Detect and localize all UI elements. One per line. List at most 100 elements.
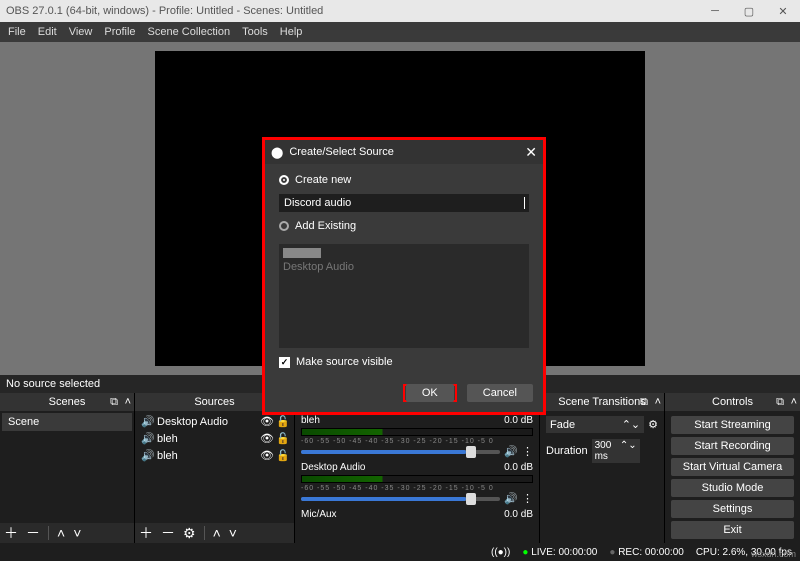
- sources-dock: Sources ⧉ ˄ 🔊 Desktop Audio 👁 🔓 🔊 bleh 👁…: [135, 393, 295, 543]
- scene-up-button[interactable]: ˄: [57, 525, 65, 541]
- ok-button[interactable]: OK: [406, 384, 454, 402]
- radio-unselected-icon: [279, 221, 289, 231]
- volume-slider-row: 🔊 ⋮: [301, 492, 533, 505]
- status-bar: ((●)) ● LIVE: 00:00:00 ● REC: 00:00:00 C…: [0, 543, 800, 561]
- add-existing-radio[interactable]: Add Existing: [279, 220, 529, 232]
- controls-body: Start Streaming Start Recording Start Vi…: [665, 411, 800, 543]
- track-name: Mic/Aux: [301, 509, 337, 520]
- mute-button[interactable]: 🔊: [504, 445, 518, 458]
- speaker-icon: 🔊: [141, 415, 153, 428]
- popout-icon[interactable]: ⧉: [110, 396, 118, 409]
- rec-label: REC:: [618, 547, 642, 558]
- source-name-input[interactable]: Discord audio: [279, 194, 529, 212]
- track-name: Desktop Audio: [301, 462, 366, 473]
- speaker-icon: 🔊: [141, 432, 153, 445]
- existing-sources-list[interactable]: Desktop Audio: [279, 244, 529, 348]
- volume-slider[interactable]: [301, 497, 500, 501]
- audio-mixer-dock: Audio Mixer ⧉ ˄ bleh 0.0 dB -60 -55 -50 …: [295, 393, 540, 543]
- chevron-up-icon[interactable]: ˄: [791, 396, 797, 408]
- lock-icon[interactable]: 🔓: [276, 449, 288, 462]
- network-icon: ((●)): [491, 547, 510, 558]
- mixer-track: Desktop Audio 0.0 dB -60 -55 -50 -45 -40…: [297, 460, 537, 507]
- watermark: wsxdn.com: [751, 549, 796, 559]
- transitions-header: Scene Transitions ⧉ ˄: [540, 393, 664, 411]
- checkbox-checked-icon: ✓: [279, 357, 290, 368]
- mute-button[interactable]: 🔊: [504, 492, 518, 505]
- menu-view[interactable]: View: [69, 26, 93, 38]
- scene-down-button[interactable]: ˅: [73, 525, 81, 541]
- window-titlebar: OBS 27.0.1 (64-bit, windows) - Profile: …: [0, 0, 800, 22]
- menu-tools[interactable]: Tools: [242, 26, 268, 38]
- cancel-button[interactable]: Cancel: [467, 384, 533, 402]
- sources-toolbar: ＋ － ⚙ ˄ ˅: [135, 523, 294, 543]
- remove-scene-button[interactable]: －: [26, 523, 40, 543]
- volume-slider-row: 🔊 ⋮: [301, 445, 533, 458]
- dialog-close-button[interactable]: ✕: [525, 144, 537, 161]
- minimize-button[interactable]: ─: [698, 0, 732, 22]
- maximize-button[interactable]: ▢: [732, 0, 766, 22]
- duration-input[interactable]: 300 ms ⌃⌄: [592, 439, 640, 463]
- speaker-icon: 🔊: [141, 449, 153, 462]
- track-menu-button[interactable]: ⋮: [522, 445, 533, 458]
- track-menu-button[interactable]: ⋮: [522, 492, 533, 505]
- lock-icon[interactable]: 🔓: [276, 432, 288, 445]
- transition-settings-button[interactable]: ⚙: [648, 418, 658, 431]
- start-recording-button[interactable]: Start Recording: [671, 437, 794, 455]
- create-new-radio[interactable]: Create new: [279, 174, 529, 186]
- ok-highlight: OK: [403, 384, 457, 402]
- source-props-button[interactable]: ⚙: [183, 525, 196, 542]
- source-item[interactable]: 🔊 bleh 👁 🔓: [137, 430, 292, 447]
- scenes-list[interactable]: Scene: [0, 411, 134, 523]
- controls-header: Controls ⧉ ˄: [665, 393, 800, 411]
- studio-mode-button[interactable]: Studio Mode: [671, 479, 794, 497]
- lock-icon[interactable]: 🔓: [276, 415, 288, 428]
- start-virtual-camera-button[interactable]: Start Virtual Camera: [671, 458, 794, 476]
- menu-profile[interactable]: Profile: [104, 26, 135, 38]
- meter-scale: -60 -55 -50 -45 -40 -35 -30 -25 -20 -15 …: [301, 438, 533, 445]
- existing-item[interactable]: Desktop Audio: [283, 261, 354, 273]
- transitions-dock: Scene Transitions ⧉ ˄ Fade ⌃⌄ ⚙ Duration…: [540, 393, 665, 543]
- sources-title: Sources: [194, 396, 234, 408]
- scene-item[interactable]: Scene: [2, 413, 132, 431]
- volume-slider[interactable]: [301, 450, 500, 454]
- menu-file[interactable]: File: [8, 26, 26, 38]
- duration-label: Duration: [546, 445, 588, 457]
- divider: [48, 526, 49, 540]
- close-button[interactable]: ✕: [766, 0, 800, 22]
- chevron-up-icon[interactable]: ˄: [125, 396, 131, 408]
- app-title: OBS 27.0.1 (64-bit, windows) - Profile: …: [6, 5, 323, 17]
- popout-icon[interactable]: ⧉: [640, 396, 648, 409]
- start-streaming-button[interactable]: Start Streaming: [671, 416, 794, 434]
- source-up-button[interactable]: ˄: [213, 525, 221, 541]
- live-dot-icon: ●: [522, 547, 528, 558]
- popout-icon[interactable]: ⧉: [776, 396, 784, 409]
- settings-button[interactable]: Settings: [671, 500, 794, 518]
- exit-button[interactable]: Exit: [671, 521, 794, 539]
- visibility-icon[interactable]: 👁: [260, 449, 272, 462]
- transition-select[interactable]: Fade ⌃⌄: [546, 416, 644, 433]
- make-visible-checkbox[interactable]: ✓ Make source visible: [279, 356, 529, 368]
- visibility-icon[interactable]: 👁: [260, 415, 272, 428]
- mixer-track: bleh 0.0 dB -60 -55 -50 -45 -40 -35 -30 …: [297, 413, 537, 460]
- make-visible-label: Make source visible: [296, 356, 393, 368]
- no-source-label: No source selected: [6, 378, 100, 390]
- volume-meter: [301, 428, 533, 436]
- menu-edit[interactable]: Edit: [38, 26, 57, 38]
- visibility-icon[interactable]: 👁: [260, 432, 272, 445]
- source-item[interactable]: 🔊 bleh 👁 🔓: [137, 447, 292, 464]
- menu-help[interactable]: Help: [280, 26, 303, 38]
- radio-selected-icon: [279, 175, 289, 185]
- source-item[interactable]: 🔊 Desktop Audio 👁 🔓: [137, 413, 292, 430]
- track-db: 0.0 dB: [504, 415, 533, 426]
- sources-list[interactable]: 🔊 Desktop Audio 👁 🔓 🔊 bleh 👁 🔓 🔊 bleh 👁 …: [135, 411, 294, 523]
- dialog-body: Create new Discord audio Add Existing De…: [265, 164, 543, 378]
- remove-source-button[interactable]: －: [161, 523, 175, 543]
- chevron-up-icon[interactable]: ˄: [655, 396, 661, 408]
- scenes-toolbar: ＋ － ˄ ˅: [0, 523, 134, 543]
- menu-scene-collection[interactable]: Scene Collection: [148, 26, 231, 38]
- source-down-button[interactable]: ˅: [229, 525, 237, 541]
- track-name: bleh: [301, 415, 320, 426]
- add-source-button[interactable]: ＋: [139, 523, 153, 543]
- controls-title: Controls: [712, 396, 753, 408]
- add-scene-button[interactable]: ＋: [4, 523, 18, 543]
